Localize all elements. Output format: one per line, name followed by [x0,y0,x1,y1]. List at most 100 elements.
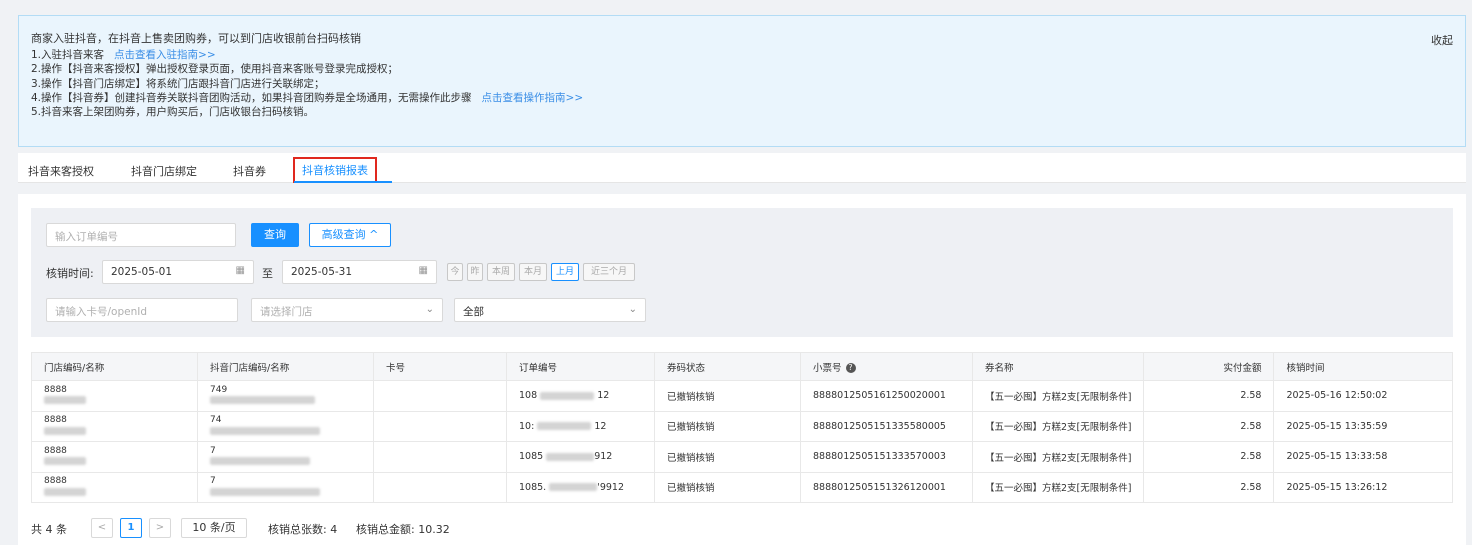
card-openid-input[interactable]: 请输入卡号/openId [46,298,238,322]
order-suffix: 12 [597,390,610,402]
report-panel: 输入订单编号 查询 高级查询 ^ 核销时间: 2025-05-01 ▦ 至 20… [18,194,1466,545]
redacted-text [210,396,315,405]
dy-store-cell: 7 [197,471,374,503]
store-cell: 8888 [31,380,198,412]
redacted-text [540,391,595,400]
calendar-icon: ▦ [418,265,428,276]
order-prefix: 108 [519,390,538,402]
chevron-down-icon: ⌄ [628,304,637,315]
table-row[interactable]: 8888 749 108 12 已撤销核销 888801250516125002… [31,380,1453,412]
status-cell: 已撤销核销 [654,380,801,412]
date-to-input[interactable]: 2025-05-31 ▦ [282,260,437,284]
order-prefix: 1085 [519,451,544,463]
notice-step-1: 1.入驻抖音来客 [31,49,105,62]
status-cell: 已撤销核销 [654,441,801,473]
tab-bar: 抖音来客授权 抖音门店绑定 抖音券 抖音核销报表 [18,153,1466,183]
order-suffix: '9912 [597,481,625,493]
dy-store-code: 74 [210,415,222,426]
table-row[interactable]: 8888 7 1085. '9912 已撤销核销 888801250515132… [31,471,1453,503]
date-from-input[interactable]: 2025-05-01 ▦ [102,260,254,284]
redacted-text [546,452,595,461]
store-cell: 8888 [31,441,198,473]
table-row[interactable]: 8888 7 1085 912 已撤销核销 888801250515133357… [31,441,1453,473]
dy-store-code: 749 [210,384,228,395]
quick-today-button[interactable]: 今 [447,263,463,281]
coupon-cell: 【五一必囤】方糕2支[无限制条件] [971,471,1145,503]
redeem-count: 核销总张数: 4 [268,523,338,536]
help-icon[interactable]: ? [845,363,856,373]
store-code: 8888 [44,384,67,395]
redeem-time-label: 核销时间: [46,267,94,280]
card-cell [373,471,507,503]
tab-douyin-auth[interactable]: 抖音来客授权 [28,163,94,179]
filter-panel: 输入订单编号 查询 高级查询 ^ 核销时间: 2025-05-01 ▦ 至 20… [31,208,1453,337]
status-cell: 已撤销核销 [654,471,801,503]
redacted-text [44,396,86,405]
order-cell: 10: 12 [506,410,655,442]
dy-store-cell: 7 [197,441,374,473]
ticket-cell: 8888012505151335580005 [800,410,973,442]
page-size-select[interactable]: 10 条/页 [181,518,247,538]
date-to-value: 2025-05-31 [291,266,353,278]
col-time: 核销时间 [1273,352,1453,381]
notice-step-2: 2.操作【抖音来客授权】弹出授权登录页面，使用抖音来客账号登录完成授权； [31,63,399,76]
time-cell: 2025-05-15 13:35:59 [1273,410,1453,442]
advanced-query-button[interactable]: 高级查询 ^ [309,223,391,247]
operation-guide-link[interactable]: 点击查看操作指南>> [482,92,584,104]
col-dy-store: 抖音门店编码/名称 [197,352,374,381]
store-code: 8888 [44,476,67,487]
onboarding-guide-link[interactable]: 点击查看入驻指南>> [114,49,216,61]
table-header-row: 门店编码/名称 抖音门店编码/名称 卡号 订单编号 券码状态 小票号? 券名称 … [31,352,1453,381]
col-status: 券码状态 [654,352,801,381]
status-select[interactable]: 全部 ⌄ [454,298,646,322]
page-1-button[interactable]: 1 [120,518,142,538]
order-number-input[interactable]: 输入订单编号 [46,223,236,247]
redacted-text [210,457,310,466]
prev-page-button[interactable]: < [91,518,113,538]
col-ticket-label: 小票号 [813,362,842,374]
calendar-icon: ▦ [235,265,245,276]
collapse-button[interactable]: 收起 [1431,32,1453,48]
store-code: 8888 [44,415,67,426]
store-select[interactable]: 请选择门店 ⌄ [251,298,443,322]
to-label: 至 [262,267,273,280]
instructions-notice: 商家入驻抖音，在抖音上售卖团购券，可以到门店收银前台扫码核销 1.入驻抖音来客点… [18,15,1466,147]
card-cell [373,410,507,442]
redeem-sum: 核销总金额: 10.32 [356,523,450,536]
redacted-text [537,422,592,431]
redacted-text [44,426,86,435]
col-card: 卡号 [373,352,507,381]
order-prefix: 1085. [519,481,547,493]
ticket-cell: 8888012505151333570003 [800,441,973,473]
dy-store-code: 7 [210,445,216,456]
tab-douyin-coupon[interactable]: 抖音券 [233,163,266,179]
table-row[interactable]: 8888 74 10: 12 已撤销核销 8888012505151335580… [31,410,1453,442]
quick-this-month-button[interactable]: 本月 [519,263,547,281]
redemption-table: 门店编码/名称 抖音门店编码/名称 卡号 订单编号 券码状态 小票号? 券名称 … [31,352,1453,503]
query-button[interactable]: 查询 [251,223,299,247]
ticket-cell: 8888012505161250020001 [800,380,973,412]
amount-cell: 2.58 [1143,410,1275,442]
col-coupon: 券名称 [971,352,1145,381]
date-from-value: 2025-05-01 [111,266,173,278]
next-page-button[interactable]: > [149,518,171,538]
notice-step-3: 3.操作【抖音门店绑定】将系统门店跟抖音门店进行关联绑定； [31,77,325,90]
quick-last-month-button[interactable]: 上月 [551,263,579,281]
order-cell: 108 12 [506,380,655,412]
card-cell [373,380,507,412]
order-cell: 1085. '9912 [506,471,655,503]
tab-store-binding[interactable]: 抖音门店绑定 [131,163,197,179]
amount-cell: 2.58 [1143,441,1275,473]
time-cell: 2025-05-15 13:33:58 [1273,441,1453,473]
tab-redemption-report[interactable]: 抖音核销报表 [293,157,377,183]
quick-this-week-button[interactable]: 本周 [487,263,515,281]
redacted-text [210,487,320,496]
quick-yesterday-button[interactable]: 昨 [467,263,483,281]
notice-title: 商家入驻抖音，在抖音上售卖团购券，可以到门店收银前台扫码核销 [31,32,361,45]
redacted-text [549,483,598,492]
quick-last-three-months-button[interactable]: 近三个月 [583,263,635,281]
order-suffix: 12 [594,420,607,432]
order-cell: 1085 912 [506,441,655,473]
dy-store-cell: 749 [197,380,374,412]
store-cell: 8888 [31,471,198,503]
